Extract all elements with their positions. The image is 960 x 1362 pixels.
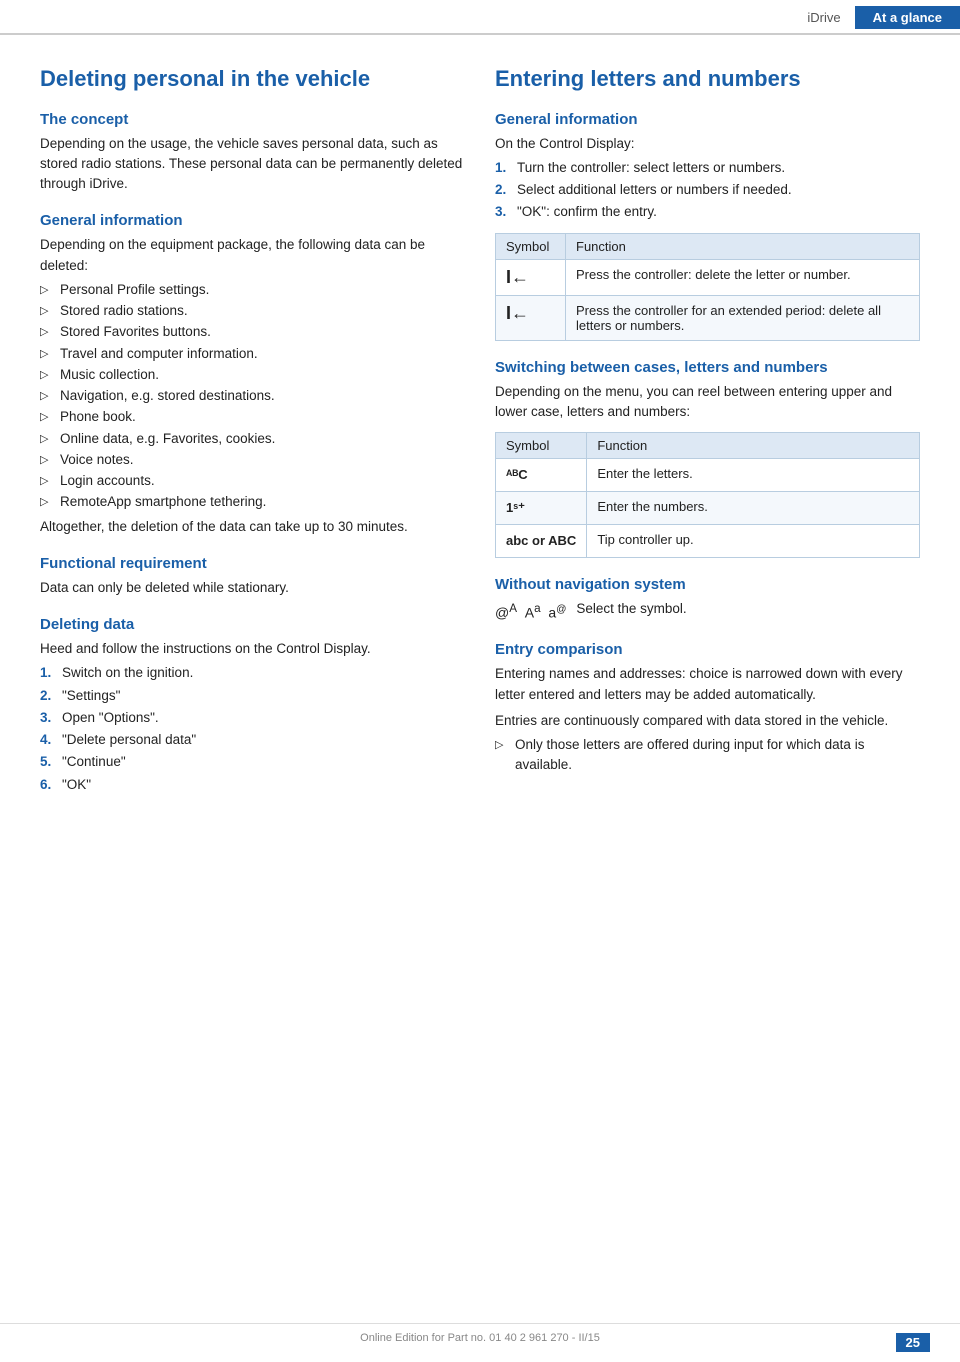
table-row: I←Press the controller: delete the lette… bbox=[496, 259, 920, 295]
table-row: abc or ABCTip controller up. bbox=[496, 525, 920, 558]
bullet-list: Personal Profile settings.Stored radio s… bbox=[40, 280, 465, 513]
table-row: ᴬᴮCEnter the letters. bbox=[496, 459, 920, 492]
bullet-item: Music collection. bbox=[40, 365, 465, 385]
right-step-item: 2.Select additional letters or numbers i… bbox=[495, 180, 920, 200]
symbol-cell: I← bbox=[496, 259, 566, 295]
step-num: 6. bbox=[40, 775, 51, 795]
table2-header-symbol: Symbol bbox=[496, 433, 587, 459]
footer-text: Online Edition for Part no. 01 40 2 961 … bbox=[360, 1332, 600, 1344]
bullet-item: Stored radio stations. bbox=[40, 301, 465, 321]
step-num: 3. bbox=[40, 708, 51, 728]
function-cell: Enter the numbers. bbox=[587, 492, 920, 525]
concept-heading: The concept bbox=[40, 111, 465, 128]
without-nav-heading: Without navigation system bbox=[495, 576, 920, 593]
switching-heading: Switching between cases, letters and num… bbox=[495, 359, 920, 376]
page-header: iDrive At a glance bbox=[0, 0, 960, 35]
without-nav-body: Select the symbol. bbox=[576, 599, 686, 619]
table1-header-symbol: Symbol bbox=[496, 233, 566, 259]
bullet-item: Stored Favorites buttons. bbox=[40, 322, 465, 342]
without-nav-symbol-display: @A Aa a@ bbox=[495, 602, 566, 621]
left-step-item: 5."Continue" bbox=[40, 752, 465, 772]
right-step-item: 1.Turn the controller: select letters or… bbox=[495, 158, 920, 178]
page-content: Deleting personal in the vehicle The con… bbox=[0, 35, 960, 829]
entry-comparison-body2: Entries are continuously compared with d… bbox=[495, 711, 920, 731]
page-footer: Online Edition for Part no. 01 40 2 961 … bbox=[0, 1323, 960, 1344]
left-steps-list: 1.Switch on the ignition. 2."Settings"3.O… bbox=[40, 663, 465, 795]
entry-comparison-heading: Entry comparison bbox=[495, 641, 920, 658]
bullet-item: Travel and computer information. bbox=[40, 344, 465, 364]
bullet-item: Phone book. bbox=[40, 407, 465, 427]
entry-bullet-list: Only those letters are offered during in… bbox=[495, 735, 920, 776]
right-column: Entering letters and numbers General inf… bbox=[495, 65, 920, 799]
bullet-item: Voice notes. bbox=[40, 450, 465, 470]
right-step-item: 3."OK": confirm the entry. bbox=[495, 202, 920, 222]
entry-comparison-body1: Entering names and addresses: choice is … bbox=[495, 664, 920, 705]
general-info-footer: Altogether, the deletion of the data can… bbox=[40, 517, 465, 537]
without-nav-symbols-line: @A Aa a@ Select the symbol. bbox=[495, 599, 920, 623]
symbol-table-1: Symbol Function I←Press the controller: … bbox=[495, 233, 920, 341]
bullet-item: Login accounts. bbox=[40, 471, 465, 491]
general-info-heading-left: General information bbox=[40, 212, 465, 229]
left-step-item: 2."Settings" bbox=[40, 686, 465, 706]
table2-header-function: Function bbox=[587, 433, 920, 459]
symbol-cell: I← bbox=[496, 295, 566, 340]
symbol-cell: 1ˢ⁺ bbox=[496, 492, 587, 525]
step-num: 1. bbox=[40, 663, 51, 683]
left-step-item: 6."OK" bbox=[40, 775, 465, 795]
left-step-item: 1.Switch on the ignition. bbox=[40, 663, 465, 683]
right-page-title: Entering letters and numbers bbox=[495, 65, 920, 93]
function-cell: Tip controller up. bbox=[587, 525, 920, 558]
function-cell: Press the controller: delete the letter … bbox=[566, 259, 920, 295]
bullet-item: RemoteApp smartphone tethering. bbox=[40, 492, 465, 512]
left-page-title: Deleting personal in the vehicle bbox=[40, 65, 465, 93]
right-steps-list: 1.Turn the controller: select letters or… bbox=[495, 158, 920, 223]
symbol-cell: ᴬᴮC bbox=[496, 459, 587, 492]
general-info-intro-right: On the Control Display: bbox=[495, 134, 920, 154]
bullet-item: Online data, e.g. Favorites, cookies. bbox=[40, 429, 465, 449]
step-num: 2. bbox=[495, 180, 506, 200]
header-ataglance-label: At a glance bbox=[855, 6, 960, 29]
bullet-item: Personal Profile settings. bbox=[40, 280, 465, 300]
function-cell: Press the controller for an extended per… bbox=[566, 295, 920, 340]
function-cell: Enter the letters. bbox=[587, 459, 920, 492]
step-num: 4. bbox=[40, 730, 51, 750]
table-row: 1ˢ⁺Enter the numbers. bbox=[496, 492, 920, 525]
deleting-data-body: Heed and follow the instructions on the … bbox=[40, 639, 465, 659]
bullet-item: Navigation, e.g. stored destinations. bbox=[40, 386, 465, 406]
step-num: 3. bbox=[495, 202, 506, 222]
page-number: 25 bbox=[896, 1333, 930, 1352]
concept-body: Depending on the usage, the vehicle save… bbox=[40, 134, 465, 195]
table-row: I←Press the controller for an extended p… bbox=[496, 295, 920, 340]
header-idrive-label: iDrive bbox=[793, 6, 854, 29]
step-num: 1. bbox=[495, 158, 506, 178]
deleting-data-heading: Deleting data bbox=[40, 616, 465, 633]
functional-req-body: Data can only be deleted while stationar… bbox=[40, 578, 465, 598]
table1-header-function: Function bbox=[566, 233, 920, 259]
step-num: 2. bbox=[40, 686, 51, 706]
left-step-item: 4."Delete personal data" bbox=[40, 730, 465, 750]
symbol-table-2: Symbol Function ᴬᴮCEnter the letters.1ˢ⁺… bbox=[495, 432, 920, 558]
left-step-item: 3.Open "Options". bbox=[40, 708, 465, 728]
functional-req-heading: Functional requirement bbox=[40, 555, 465, 572]
general-info-body-left: Depending on the equipment package, the … bbox=[40, 235, 465, 276]
symbol-cell: abc or ABC bbox=[496, 525, 587, 558]
switching-body: Depending on the menu, you can reel betw… bbox=[495, 382, 920, 423]
left-column: Deleting personal in the vehicle The con… bbox=[40, 65, 465, 799]
step-num: 5. bbox=[40, 752, 51, 772]
entry-bullet-text: Only those letters are offered during in… bbox=[515, 737, 864, 772]
entry-bullet-item: Only those letters are offered during in… bbox=[495, 735, 920, 776]
general-info-heading-right: General information bbox=[495, 111, 920, 128]
